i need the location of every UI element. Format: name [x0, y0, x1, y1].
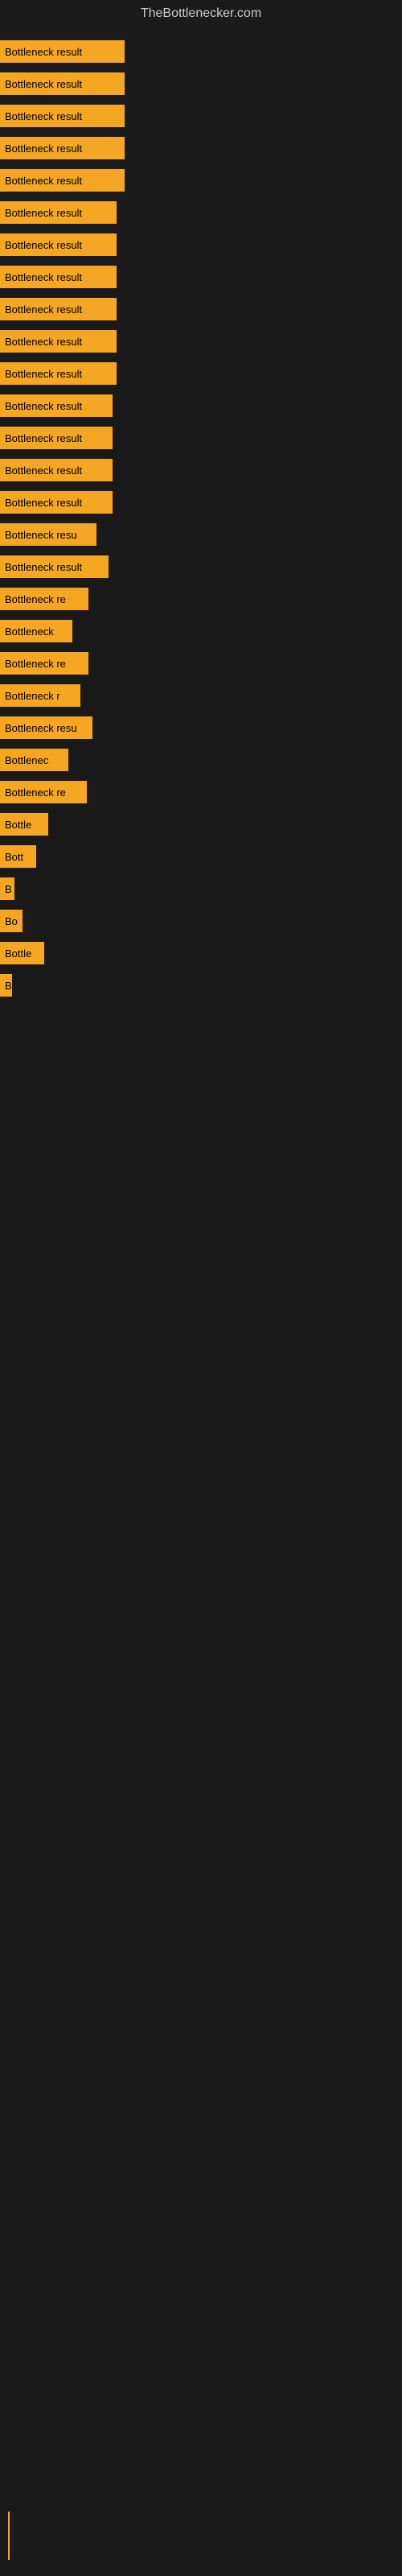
bar-row: Bottleneck result: [0, 196, 402, 229]
bar-row: Bottleneck result: [0, 325, 402, 357]
bottleneck-bar: Bottlenec: [0, 749, 68, 771]
bar-row: Bottleneck result: [0, 261, 402, 293]
bar-row: Bottle: [0, 808, 402, 840]
bar-row: Bottle: [0, 937, 402, 969]
bar-row: Bottleneck result: [0, 293, 402, 325]
bottleneck-bar: Bottleneck result: [0, 105, 125, 127]
bar-row: Bottleneck r: [0, 679, 402, 712]
bottleneck-bar: Bottleneck result: [0, 555, 109, 578]
bottleneck-bar: Bottleneck result: [0, 266, 117, 288]
bar-row: Bottleneck resu: [0, 518, 402, 551]
bottleneck-bar: Bottleneck r: [0, 684, 80, 707]
bottleneck-bar: Bott: [0, 845, 36, 868]
bar-row: Bottleneck result: [0, 164, 402, 196]
bar-row: Bottleneck result: [0, 35, 402, 68]
bottleneck-bar: Bottleneck result: [0, 201, 117, 224]
bottleneck-bar: B: [0, 877, 14, 900]
bottleneck-bar: Bottle: [0, 942, 44, 964]
bottleneck-bar: Bottleneck re: [0, 781, 87, 803]
bar-row: Bottleneck result: [0, 390, 402, 422]
bottleneck-bar: Bottleneck result: [0, 169, 125, 192]
bottleneck-bar: Bottleneck result: [0, 459, 113, 481]
bars-container: Bottleneck result Bottleneck result Bottle…: [0, 27, 402, 1009]
bar-row: Bottleneck: [0, 615, 402, 647]
bottleneck-bar: Bottleneck result: [0, 491, 113, 514]
bar-row: B: [0, 969, 402, 1001]
bottleneck-bar: Bottleneck result: [0, 40, 125, 63]
bar-row: Bottleneck result: [0, 100, 402, 132]
bar-row: Bottleneck re: [0, 776, 402, 808]
bar-row: Bottleneck result: [0, 132, 402, 164]
bar-row: Bottleneck result: [0, 68, 402, 100]
bottleneck-bar: Bottleneck result: [0, 137, 125, 159]
bottleneck-bar: Bottleneck result: [0, 394, 113, 417]
bar-row: Bottleneck result: [0, 486, 402, 518]
bar-row: Bo: [0, 905, 402, 937]
bottleneck-bar: Bottleneck result: [0, 298, 117, 320]
bottleneck-bar: Bottle: [0, 813, 48, 836]
bottleneck-bar: Bottleneck re: [0, 588, 88, 610]
bottleneck-bar: Bottleneck result: [0, 362, 117, 385]
bar-row: Bott: [0, 840, 402, 873]
bottleneck-bar: Bottleneck re: [0, 652, 88, 675]
bar-row: Bottleneck result: [0, 422, 402, 454]
bar-row: B: [0, 873, 402, 905]
bottleneck-bar: Bo: [0, 910, 23, 932]
bottleneck-bar: Bottleneck: [0, 620, 72, 642]
vertical-line: [8, 2512, 10, 2560]
bar-row: Bottleneck re: [0, 647, 402, 679]
bottleneck-bar: B: [0, 974, 12, 997]
site-title: TheBottlenecker.com: [0, 0, 402, 27]
bottleneck-bar: Bottleneck resu: [0, 716, 92, 739]
bottleneck-bar: Bottleneck resu: [0, 523, 96, 546]
bar-row: Bottleneck result: [0, 357, 402, 390]
bar-row: Bottleneck result: [0, 229, 402, 261]
bar-row: Bottleneck result: [0, 454, 402, 486]
bar-row: Bottlenec: [0, 744, 402, 776]
bottleneck-bar: Bottleneck result: [0, 427, 113, 449]
bar-row: Bottleneck resu: [0, 712, 402, 744]
bottleneck-bar: Bottleneck result: [0, 72, 125, 95]
bottleneck-bar: Bottleneck result: [0, 233, 117, 256]
bottleneck-bar: Bottleneck result: [0, 330, 117, 353]
bar-row: Bottleneck re: [0, 583, 402, 615]
bar-row: Bottleneck result: [0, 551, 402, 583]
